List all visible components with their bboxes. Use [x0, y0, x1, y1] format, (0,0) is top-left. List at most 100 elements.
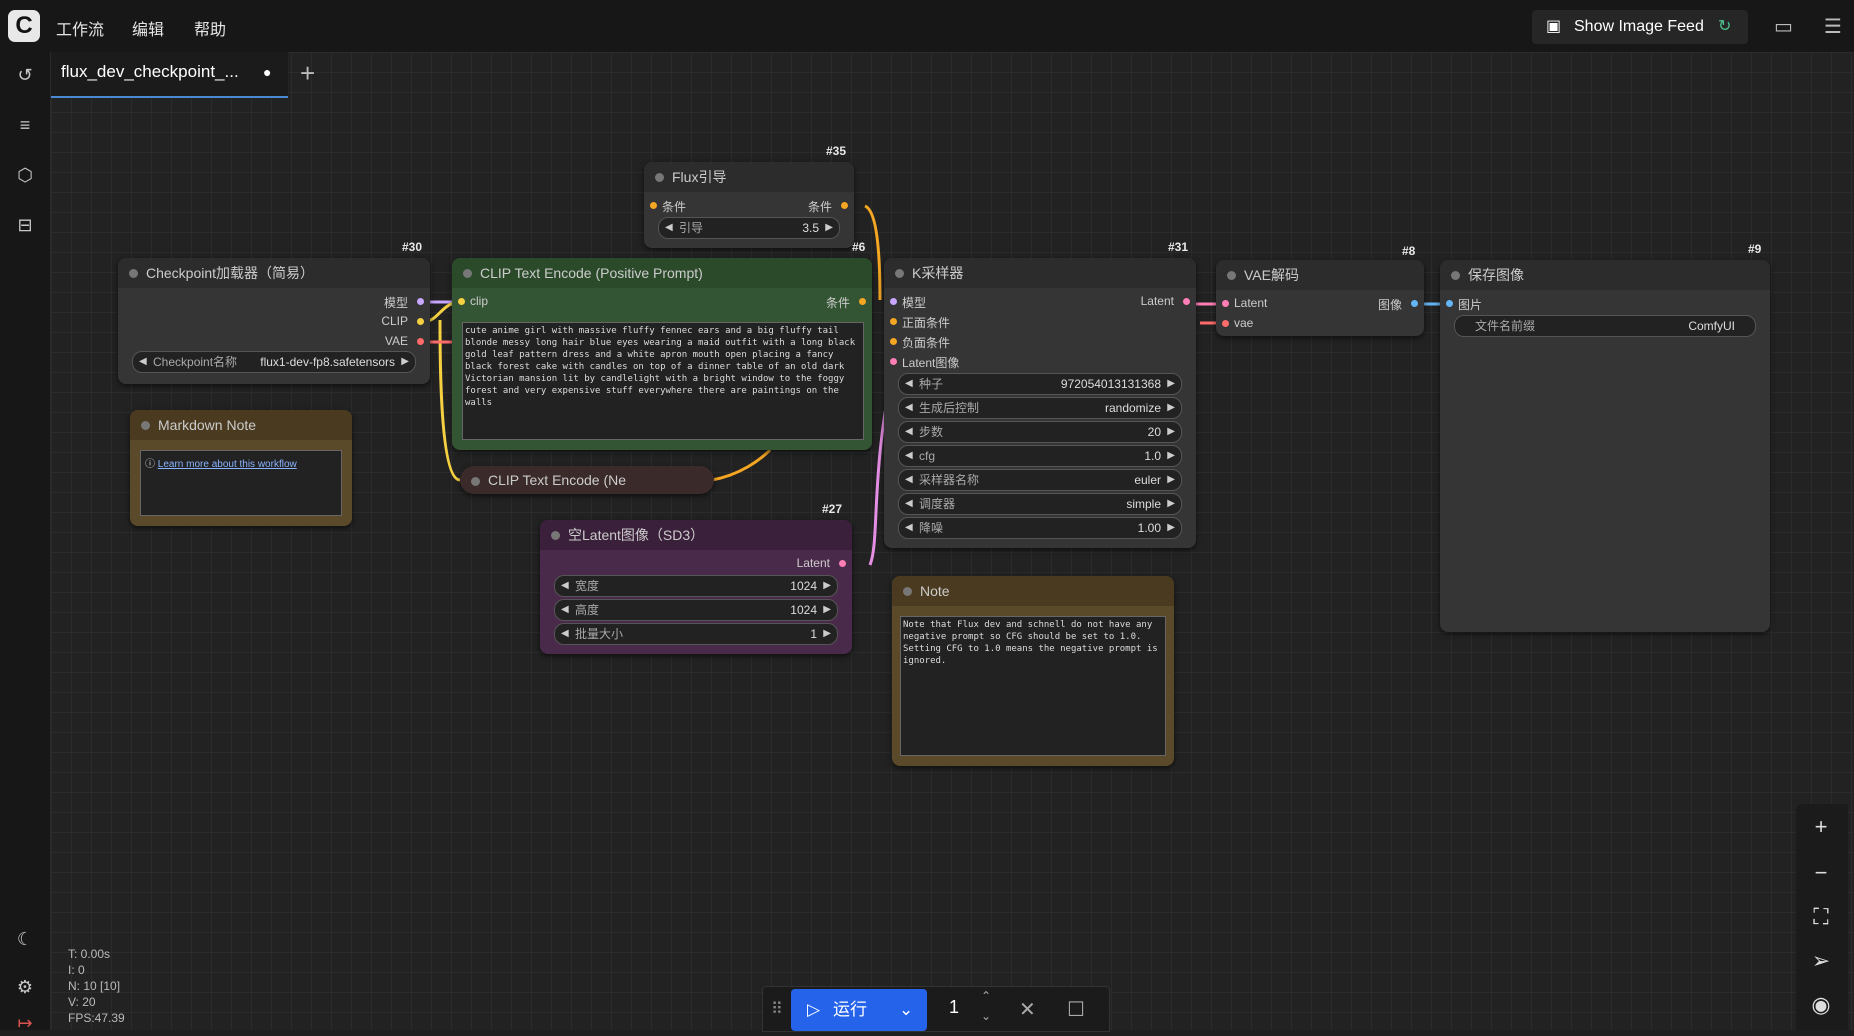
arrow-left-icon[interactable]: ◀: [665, 218, 673, 238]
arrow-right-icon[interactable]: ▶: [823, 576, 831, 596]
output-slot-dot[interactable]: [417, 338, 424, 345]
arrow-right-icon[interactable]: ▶: [401, 352, 409, 372]
height-widget[interactable]: ◀ 高度 1024 ▶: [554, 599, 838, 621]
arrow-right-icon: ▶: [1167, 474, 1175, 485]
output-slot-dot[interactable]: [417, 318, 424, 325]
input-slot-dot[interactable]: [890, 298, 897, 305]
output-slot-dot[interactable]: [839, 560, 846, 567]
menu-workflow[interactable]: 工作流: [56, 16, 104, 40]
output-label: 模型: [383, 296, 408, 310]
node-id-27: #27: [822, 502, 843, 516]
node-vae-decode[interactable]: VAE解码 Latent vae 图像: [1216, 260, 1424, 336]
input-slot-dot[interactable]: [890, 358, 897, 365]
arrow-right-icon: ▶: [1167, 426, 1175, 437]
prompt-textarea[interactable]: cute anime girl with massive fluffy fenn…: [462, 322, 864, 440]
stat-line: I: 0: [68, 963, 85, 977]
arrow-left-icon[interactable]: ◀: [139, 352, 147, 372]
width-widget[interactable]: ◀ 宽度 1024 ▶: [554, 575, 838, 597]
new-tab-plus-icon[interactable]: +: [300, 58, 315, 89]
queue-list-icon[interactable]: ≡: [12, 112, 38, 138]
info-icon: ⓘ: [145, 459, 158, 470]
output-slot-dot[interactable]: [1183, 298, 1190, 305]
arrow-right-icon: ▶: [1167, 522, 1175, 533]
output-slot-dot[interactable]: [1411, 300, 1418, 307]
output-slot-dot[interactable]: [859, 298, 866, 305]
logout-icon[interactable]: ↦: [12, 1010, 38, 1036]
menu-help[interactable]: 帮助: [194, 16, 226, 40]
sampler-name-widget[interactable]: ◀ 采样器名称 euler ▶: [898, 469, 1182, 491]
workflows-folder-icon[interactable]: ⊟: [12, 212, 38, 238]
input-slot-dot[interactable]: [1222, 320, 1229, 327]
hamburger-menu-icon[interactable]: ☰: [1824, 14, 1842, 39]
left-sidebar: ↺ ≡ ⬡ ⊟ ☾ ⚙ ↦: [0, 52, 51, 1033]
history-icon[interactable]: ↺: [12, 62, 38, 88]
filename-prefix-widget[interactable]: 文件名前缀 ComfyUI: [1454, 315, 1756, 337]
node-markdown-note[interactable]: Markdown Note ⓘ Learn more about this wo…: [130, 410, 352, 526]
zoom-out-icon[interactable]: −: [1806, 858, 1836, 888]
theme-moon-icon[interactable]: ☾: [12, 926, 38, 952]
output-label: 图像: [1377, 298, 1402, 312]
stop-square-icon[interactable]: ☐: [1067, 997, 1085, 1022]
menu-edit[interactable]: 编辑: [132, 16, 164, 40]
node-clip-text-positive[interactable]: CLIP Text Encode (Positive Prompt) clip …: [452, 258, 872, 450]
stat-line: N: 10 [10]: [68, 979, 121, 993]
arrow-left-icon: ◀: [905, 450, 913, 461]
ckpt-name-widget[interactable]: ◀ Checkpoint名称 flux1-dev-fp8.safetensors ▶: [132, 351, 416, 373]
stat-line: T: 0.00s: [68, 947, 111, 961]
arrow-right-icon[interactable]: ▶: [823, 600, 831, 620]
denoise-widget[interactable]: ◀ 降噪 1.00 ▶: [898, 517, 1182, 539]
node-empty-latent[interactable]: 空Latent图像（SD3） Latent ◀ 宽度 1024 ▶ ◀ 高度 1024 ▶ …: [540, 520, 852, 654]
show-image-feed-button[interactable]: ▣ Show Image Feed ↻: [1532, 10, 1748, 44]
fit-view-icon[interactable]: ⛶: [1806, 902, 1836, 932]
output-slot-dot[interactable]: [841, 202, 848, 209]
run-button[interactable]: ▷ 运行 ⌄: [791, 989, 927, 1031]
node-save-image[interactable]: 保存图像 图片 文件名前缀 ComfyUI: [1440, 260, 1770, 632]
output-label: VAE: [384, 334, 408, 348]
scheduler-widget[interactable]: ◀ 调度器 simple ▶: [898, 493, 1182, 515]
input-slot-dot[interactable]: [650, 202, 657, 209]
pointer-mode-icon[interactable]: ➢: [1806, 946, 1836, 976]
arrow-right-icon[interactable]: ▶: [823, 624, 831, 644]
steps-widget[interactable]: ◀ 步数 20 ▶: [898, 421, 1182, 443]
panel-toggle-icon[interactable]: ▭: [1774, 14, 1793, 39]
decrement-icon[interactable]: ⌄: [981, 1009, 991, 1023]
node-title: 保存图像: [1440, 260, 1770, 290]
guidance-widget[interactable]: ◀ 引导 3.5 ▶: [658, 217, 840, 239]
input-slot-dot[interactable]: [458, 298, 465, 305]
input-slot-dot[interactable]: [890, 338, 897, 345]
drag-handle-icon[interactable]: ⠿: [771, 999, 783, 1019]
node-flux-guidance[interactable]: Flux引导 条件 条件 ◀ 引导 3.5 ▶: [644, 162, 854, 248]
learn-more-link[interactable]: Learn more about this workflow: [158, 459, 297, 470]
arrow-right-icon[interactable]: ▶: [825, 218, 833, 238]
output-label: 条件: [807, 200, 832, 214]
control-after-generate-widget[interactable]: ◀ 生成后控制 randomize ▶: [898, 397, 1182, 419]
workflow-tab[interactable]: flux_dev_checkpoint_... ●: [51, 52, 288, 98]
arrow-left-icon[interactable]: ◀: [561, 600, 569, 620]
node-note[interactable]: Note Note that Flux dev and schnell do n…: [892, 576, 1174, 766]
note-textarea[interactable]: Note that Flux dev and schnell do not ha…: [900, 616, 1166, 756]
batch-size-widget[interactable]: ◀ 批量大小 1 ▶: [554, 623, 838, 645]
zoom-in-icon[interactable]: +: [1806, 812, 1836, 842]
input-slot-dot[interactable]: [890, 318, 897, 325]
eye-visibility-icon[interactable]: ◉: [1806, 990, 1836, 1020]
input-slot-dot[interactable]: [1446, 300, 1453, 307]
batch-count-input[interactable]: 1: [949, 997, 959, 1018]
increment-icon[interactable]: ⌃: [981, 989, 991, 1003]
node-ksampler[interactable]: K采样器 模型 正面条件 负面条件 Latent图像 Latent ◀ 种子 972…: [884, 258, 1196, 548]
output-slot-dot[interactable]: [417, 298, 424, 305]
arrow-left-icon[interactable]: ◀: [561, 576, 569, 596]
comfy-logo[interactable]: C: [8, 10, 40, 42]
seed-widget[interactable]: ◀ 种子 972054013131368 ▶: [898, 373, 1182, 395]
node-checkpoint-loader[interactable]: Checkpoint加载器（简易） 模型 CLIP VAE ◀ Checkpoin…: [118, 258, 430, 384]
chevron-down-icon[interactable]: ⌄: [899, 989, 913, 1031]
model-library-icon[interactable]: ⬡: [12, 162, 38, 188]
cfg-widget[interactable]: ◀ cfg 1.0 ▶: [898, 445, 1182, 467]
input-slot-dot[interactable]: [1222, 300, 1229, 307]
node-title: CLIP Text Encode (Ne: [460, 466, 714, 494]
arrow-left-icon[interactable]: ◀: [561, 624, 569, 644]
node-clip-text-negative[interactable]: CLIP Text Encode (Ne: [460, 466, 714, 494]
cancel-x-icon[interactable]: ✕: [1019, 997, 1036, 1022]
settings-gear-icon[interactable]: ⚙: [12, 974, 38, 1000]
arrow-left-icon: ◀: [905, 522, 913, 533]
arrow-left-icon: ◀: [905, 498, 913, 509]
